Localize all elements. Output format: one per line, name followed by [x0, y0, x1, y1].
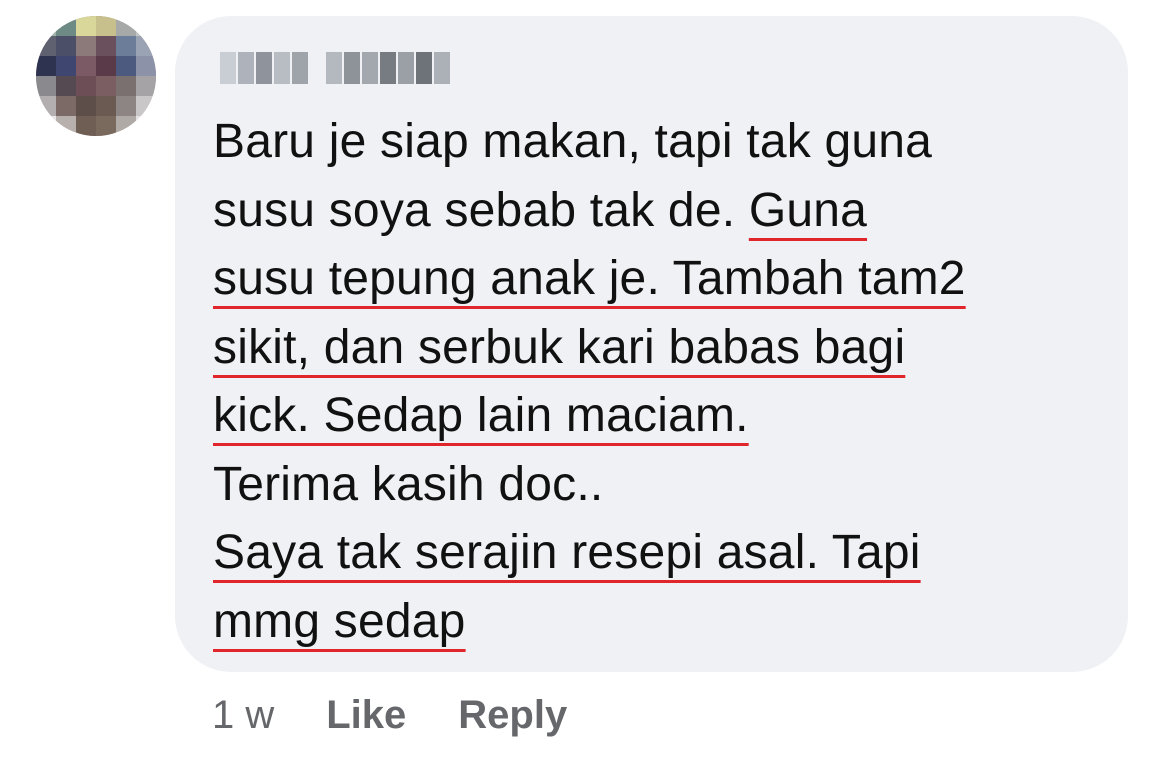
avatar-pixel: [56, 116, 76, 136]
avatar-pixel: [116, 16, 136, 36]
avatar-pixel: [96, 116, 116, 136]
comment-line: Terima kasih doc..: [213, 451, 1113, 520]
comment-bubble: Baru je siap makan, tapi tak guna susu so…: [175, 16, 1128, 672]
avatar-pixel: [76, 76, 96, 96]
avatar-pixel: [56, 56, 76, 76]
avatar-pixel: [76, 96, 96, 116]
author-name-blur-cell: [274, 52, 290, 84]
underlined-text-segment: Saya tak serajin resepi asal. Tapi: [213, 526, 921, 579]
avatar-pixel: [76, 116, 96, 136]
avatar-pixel: [136, 116, 156, 136]
author-name-blur-cell: [434, 52, 450, 84]
comment-line: susu soya sebab tak de. Guna: [213, 177, 1113, 246]
underlined-text-segment: kick. Sedap lain maciam.: [213, 389, 749, 442]
avatar-pixel: [36, 116, 56, 136]
author-name-blur-cell: [344, 52, 360, 84]
author-name-blur-cell: [292, 52, 308, 84]
avatar-pixel: [96, 96, 116, 116]
avatar-pixel: [76, 16, 96, 36]
text-segment: susu soya sebab tak de.: [213, 183, 749, 237]
author-name-blur-cell: [380, 52, 396, 84]
reply-button[interactable]: Reply: [458, 693, 567, 738]
avatar-pixel: [56, 96, 76, 116]
avatar-pixel: [76, 36, 96, 56]
avatar-pixel: [136, 96, 156, 116]
avatar-pixel: [96, 76, 116, 96]
avatar-pixel: [116, 56, 136, 76]
comment-line: Baru je siap makan, tapi tak guna: [213, 108, 1113, 177]
author-name[interactable]: [220, 52, 450, 84]
avatar-pixel: [56, 76, 76, 96]
text-segment: Baru je siap makan, tapi tak guna: [213, 115, 933, 168]
text-segment: Terima kasih doc..: [213, 457, 604, 511]
comment-line: mmg sedap: [213, 588, 1113, 657]
avatar-pixel: [36, 56, 56, 76]
comment-line: Saya tak serajin resepi asal. Tapi: [213, 519, 1113, 588]
author-name-blur-cell: [220, 52, 236, 84]
avatar-pixel: [36, 36, 56, 56]
author-name-blur-cell: [238, 52, 254, 84]
avatar-pixel: [136, 36, 156, 56]
underlined-text-segment: mmg sedap: [213, 594, 466, 648]
author-name-blur-cell: [256, 52, 272, 84]
comment-text: Baru je siap makan, tapi tak guna susu so…: [213, 108, 1113, 656]
underlined-text-segment: sikit, dan serbuk kari babas bagi: [213, 320, 906, 374]
avatar-pixel: [116, 96, 136, 116]
avatar-pixel: [116, 116, 136, 136]
author-name-blur-word: [220, 52, 308, 84]
comment-actions: 1 w Like Reply: [212, 693, 619, 738]
avatar-pixel: [136, 56, 156, 76]
avatar-pixel: [136, 76, 156, 96]
author-name-blur-cell: [362, 52, 378, 84]
avatar-pixel: [96, 16, 116, 36]
author-name-blur-cell: [326, 52, 342, 84]
avatar-pixel: [96, 36, 116, 56]
author-name-blur-cell: [398, 52, 414, 84]
avatar-pixel: [116, 36, 136, 56]
avatar-pixel: [36, 96, 56, 116]
avatar-pixel: [36, 76, 56, 96]
avatar-pixel: [56, 16, 76, 36]
avatar-pixel: [136, 16, 156, 36]
avatar-pixel: [96, 56, 116, 76]
avatar-pixel: [116, 76, 136, 96]
like-button[interactable]: Like: [326, 693, 406, 738]
author-name-blur-word: [326, 52, 450, 84]
avatar-pixel: [76, 56, 96, 76]
comment-line: susu tepung anak je. Tambah tam2: [213, 245, 1113, 314]
avatar-pixel: [36, 16, 56, 36]
timestamp[interactable]: 1 w: [212, 693, 274, 738]
underlined-text-segment: Guna: [748, 183, 868, 237]
avatar-pixel: [56, 36, 76, 56]
comment-line: sikit, dan serbuk kari babas bagi: [213, 314, 1113, 383]
comment-line: kick. Sedap lain maciam.: [213, 382, 1113, 451]
author-name-blur-cell: [416, 52, 432, 84]
underlined-text-segment: susu tepung anak je. Tambah tam2: [213, 252, 966, 305]
avatar[interactable]: [36, 16, 156, 136]
